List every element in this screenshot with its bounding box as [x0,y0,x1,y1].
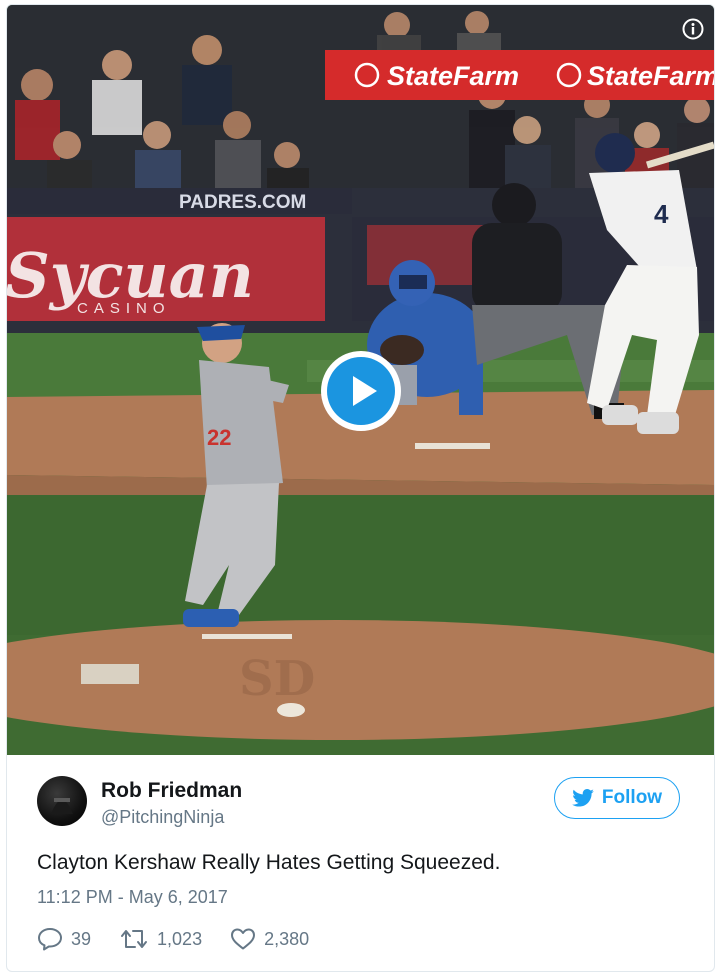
svg-text:StateFarm: StateFarm [587,61,714,91]
tweet-actions: 39 1,023 2,380 [37,925,337,953]
follow-label: Follow [601,787,663,808]
reply-icon [38,928,62,951]
avatar[interactable] [37,776,87,826]
embedded-tweet-card: StateFarm StateFarm PADRES.COM Sycuan CA… [6,4,715,972]
svg-text:4: 4 [654,199,669,229]
like-count: 2,380 [264,928,310,949]
ninja-avatar-icon [51,798,73,814]
play-icon [321,351,401,431]
author-handle[interactable]: @PitchingNinja [101,807,224,828]
retweet-action[interactable]: 1,023 [119,927,202,951]
like-action[interactable]: 2,380 [230,927,309,951]
tweet-body: Rob Friedman @PitchingNinja Follow Clayt… [7,755,714,971]
reply-action[interactable]: 39 [37,927,91,951]
info-icon[interactable] [682,18,704,40]
tweet-timestamp[interactable]: 11:12 PM - May 6, 2017 [37,887,228,908]
tweet-text: Clayton Kershaw Really Hates Getting Squ… [37,851,501,874]
play-button[interactable] [319,349,403,433]
retweet-count: 1,023 [157,928,203,949]
retweet-icon [121,930,148,948]
svg-text:CASINO: CASINO [77,300,171,317]
heart-icon [231,928,256,950]
author-name[interactable]: Rob Friedman [101,779,242,803]
svg-text:PADRES.COM: PADRES.COM [179,192,306,213]
svg-text:StateFarm: StateFarm [387,61,519,91]
reply-count: 39 [71,928,92,949]
twitter-bird-icon [572,789,594,807]
svg-text:SD: SD [239,651,315,707]
follow-button[interactable]: Follow [554,777,680,819]
svg-text:22: 22 [207,425,231,450]
video-thumbnail[interactable]: StateFarm StateFarm PADRES.COM Sycuan CA… [7,5,714,755]
